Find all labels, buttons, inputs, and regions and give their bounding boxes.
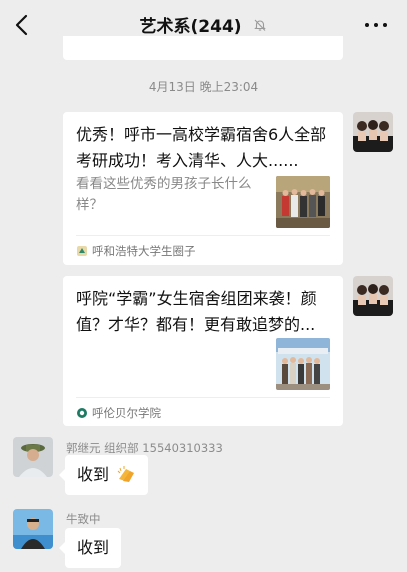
- message-text: 收到: [77, 538, 110, 557]
- more-dots-icon[interactable]: [365, 23, 387, 29]
- chat-title: 艺术系(244): [139, 17, 242, 37]
- muted-bell-icon: [254, 19, 267, 31]
- shared-article-card[interactable]: 呼院“学霸”女生宿舍组团来袭！颜值？才华？都有！更有敢追梦的... 呼伦贝尔学院: [63, 276, 343, 426]
- article-thumbnail: [276, 176, 330, 228]
- shared-article-card[interactable]: 优秀！呼市一高校学霸宿舍6人全部考研成功！考入清华、人大...... 看看这些优…: [63, 112, 343, 265]
- article-source: 呼伦贝尔学院: [76, 405, 161, 421]
- article-source: 呼和浩特大学生圈子: [76, 243, 196, 259]
- sender-name: 牛致中: [66, 512, 101, 526]
- card-divider: [76, 235, 330, 236]
- avatar[interactable]: [13, 509, 53, 549]
- avatar[interactable]: [353, 112, 393, 152]
- message-timestamp: 4月13日 晚上23:04: [148, 80, 259, 94]
- article-title: 呼院“学霸”女生宿舍组团来袭！颜值？才华？都有！更有敢追梦的...: [76, 289, 317, 334]
- avatar[interactable]: [13, 437, 53, 477]
- source-logo-icon: [77, 408, 87, 418]
- avatar[interactable]: [353, 276, 393, 316]
- source-logo-icon: [77, 246, 87, 256]
- clapping-hands-emoji: [117, 466, 135, 482]
- article-title: 优秀！呼市一高校学霸宿舍6人全部考研成功！考入清华、人大......: [76, 125, 327, 170]
- card-divider: [76, 397, 330, 398]
- message-bubble[interactable]: 收到: [58, 455, 149, 495]
- article-thumbnail: [276, 338, 330, 390]
- source-name: 呼伦贝尔学院: [92, 406, 161, 420]
- message-text: 收到: [77, 465, 110, 484]
- article-description: 看看这些优秀的男孩子长什么样？: [76, 176, 252, 213]
- previous-message-card[interactable]: [63, 36, 343, 60]
- source-name: 呼和浩特大学生圈子: [92, 244, 196, 258]
- chat-title-wrap: 艺术系(244): [0, 12, 407, 37]
- sender-name: 郭继元 组织部 15540310333: [66, 441, 223, 455]
- message-bubble[interactable]: 收到: [58, 528, 122, 568]
